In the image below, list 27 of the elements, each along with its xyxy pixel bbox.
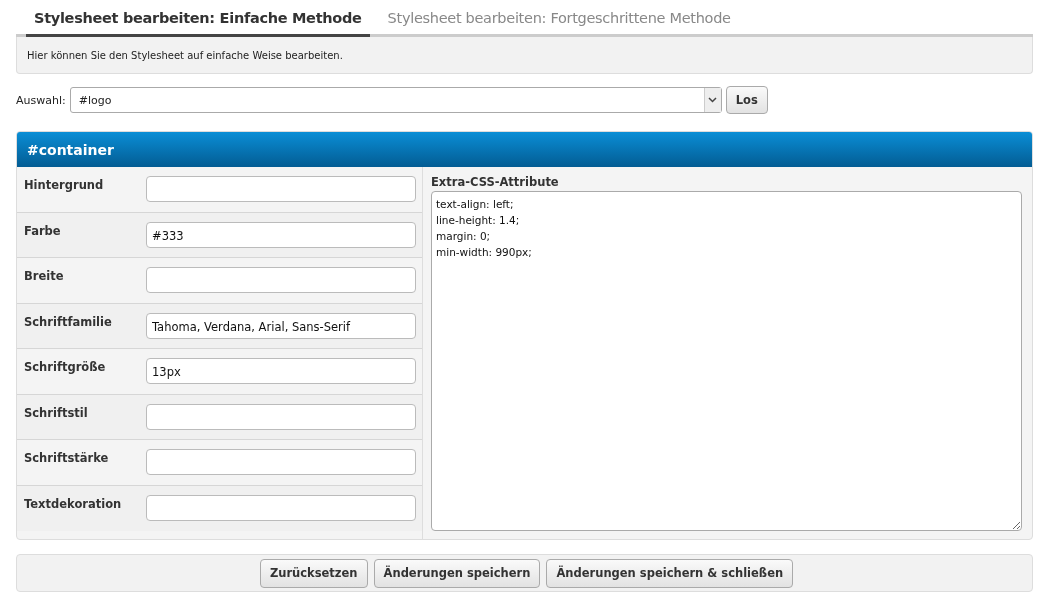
input-field[interactable] bbox=[146, 176, 416, 202]
info-text: Hier können Sie den Stylesheet auf einfache Weise bearbeiten. bbox=[27, 49, 343, 61]
field-label: Farbe bbox=[23, 222, 62, 238]
field-label: Schriftstärke bbox=[23, 450, 110, 465]
field-label: Schriftfamilie bbox=[23, 313, 113, 329]
action-button[interactable]: Zurücksetzen bbox=[259, 558, 368, 588]
selection-label: Auswahl: bbox=[16, 93, 66, 107]
field-label: Schriftstil bbox=[23, 404, 89, 420]
action-button[interactable]: Änderungen speichern & schließen bbox=[546, 558, 794, 588]
field-label: Textdekoration bbox=[23, 495, 123, 511]
input-field[interactable] bbox=[146, 267, 416, 293]
field-label: Breite bbox=[23, 268, 65, 283]
input-field[interactable] bbox=[146, 449, 416, 475]
panel-title: #container bbox=[27, 141, 114, 158]
action-button[interactable]: Änderungen speichern bbox=[373, 558, 541, 588]
field-label: Hintergrund bbox=[23, 177, 105, 192]
input-field[interactable] bbox=[146, 403, 416, 430]
input-field[interactable]: 13px bbox=[146, 358, 416, 384]
input-field[interactable] bbox=[146, 494, 416, 521]
input-field[interactable]: Tahoma, Verdana, Arial, Sans-Serif bbox=[146, 312, 416, 339]
extra-css-label: Extra-CSS-Attribute bbox=[431, 175, 560, 191]
css-textarea[interactable]: text-align: left; line-height: 1.4; margin: 0; min-width: 990px; bbox=[431, 191, 1022, 531]
field-label: Schriftgröße bbox=[23, 359, 107, 374]
go-button[interactable]: Los bbox=[725, 86, 768, 114]
input-field[interactable]: #333 bbox=[146, 221, 416, 248]
tab[interactable]: Stylesheet bearbeiten: Fortgeschrittene Methode bbox=[379, 10, 739, 37]
selector-dropdown[interactable]: #logo bbox=[69, 87, 722, 113]
